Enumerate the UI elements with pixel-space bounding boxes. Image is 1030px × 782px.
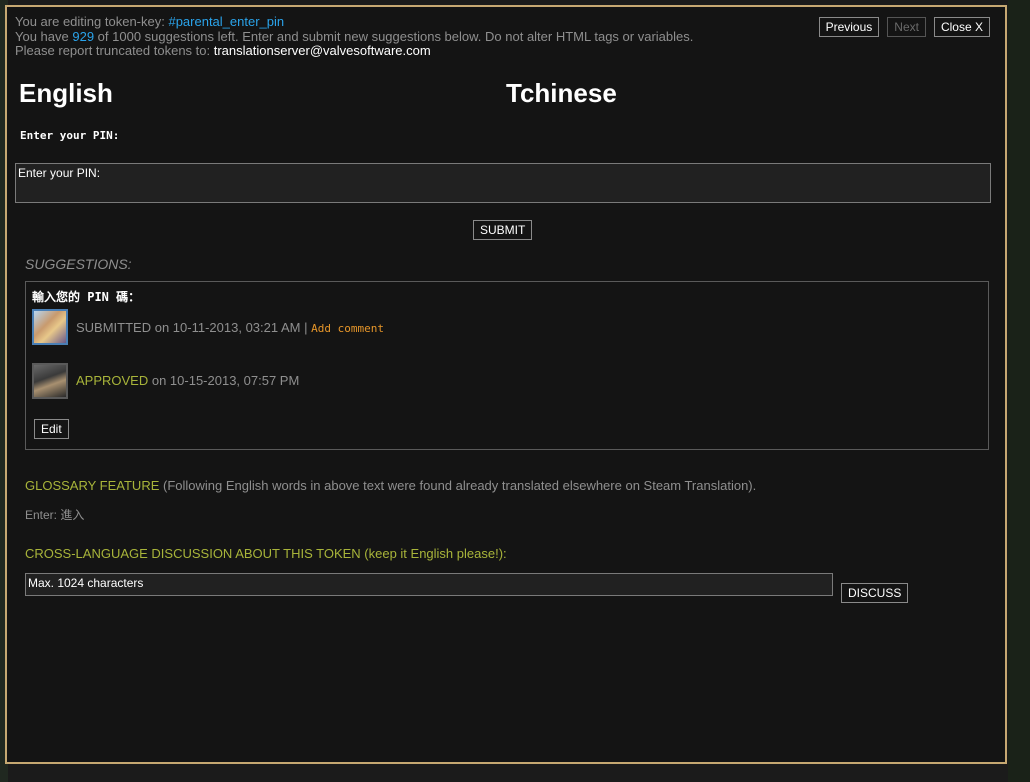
submitted-meta: SUBMITTED on 10-11-2013, 03:21 AM | Add …: [76, 320, 384, 335]
submit-button[interactable]: SUBMIT: [473, 220, 533, 240]
submitter-avatar[interactable]: [32, 309, 68, 345]
suggestions-line: You have 929 of 1000 suggestions left. E…: [15, 28, 815, 45]
approved-label: APPROVED: [76, 373, 149, 388]
background-right: [1008, 0, 1030, 782]
discuss-button[interactable]: DISCUSS: [841, 583, 909, 603]
suggestions-label: SUGGESTIONS:: [25, 256, 132, 272]
close-button[interactable]: Close X: [933, 17, 990, 37]
discussion-title: CROSS-LANGUAGE DISCUSSION ABOUT THIS TOK…: [25, 546, 507, 561]
glossary-header: GLOSSARY FEATURE (Following English word…: [25, 478, 756, 493]
suggestion-card: 輸入您的 PIN 碼： SUBMITTED on 10-11-2013, 03:…: [25, 281, 989, 450]
glossary-entry: Enter: 進入: [25, 508, 85, 522]
nav-buttons: Previous Next Close X: [818, 17, 990, 37]
suggestion-text: 輸入您的 PIN 碼：: [32, 290, 141, 304]
approver-avatar[interactable]: [32, 363, 68, 399]
target-language-title: Tchinese: [506, 78, 617, 108]
approved-date: on 10-15-2013, 07:57 PM: [148, 373, 300, 388]
header-info: You are editing token-key: #parental_ent…: [15, 14, 815, 59]
translation-modal: You are editing token-key: #parental_ent…: [5, 5, 1007, 764]
submitted-date: on 10-11-2013, 03:21 AM: [151, 320, 301, 335]
token-key: #parental_enter_pin: [168, 14, 285, 29]
report-email: translationserver@valvesoftware.com: [213, 43, 431, 58]
suggestions-count: 929: [72, 28, 95, 44]
suggestions-suffix: of 1000 suggestions left. Enter and subm…: [94, 28, 694, 44]
submitted-label: SUBMITTED: [76, 320, 152, 335]
token-line: You are editing token-key: #parental_ent…: [15, 14, 815, 30]
add-comment-link[interactable]: Add comment: [311, 322, 384, 335]
separator: |: [300, 320, 312, 335]
report-line: Please report truncated tokens to: trans…: [15, 43, 815, 59]
source-text: Enter your PIN:: [20, 129, 120, 142]
source-language-title: English: [19, 78, 113, 108]
translation-input[interactable]: Enter your PIN:: [15, 163, 991, 203]
approved-meta: APPROVED on 10-15-2013, 07:57 PM: [76, 373, 299, 388]
glossary-title: GLOSSARY FEATURE: [25, 478, 160, 493]
token-prefix: You are editing token-key:: [15, 14, 169, 29]
previous-button[interactable]: Previous: [818, 17, 880, 37]
discussion-input[interactable]: Max. 1024 characters: [25, 573, 833, 596]
next-button[interactable]: Next: [887, 17, 926, 37]
edit-button[interactable]: Edit: [34, 419, 69, 439]
suggestions-prefix: You have: [15, 28, 73, 44]
glossary-description: (Following English words in above text w…: [159, 478, 757, 493]
report-prefix: Please report truncated tokens to:: [15, 43, 214, 58]
